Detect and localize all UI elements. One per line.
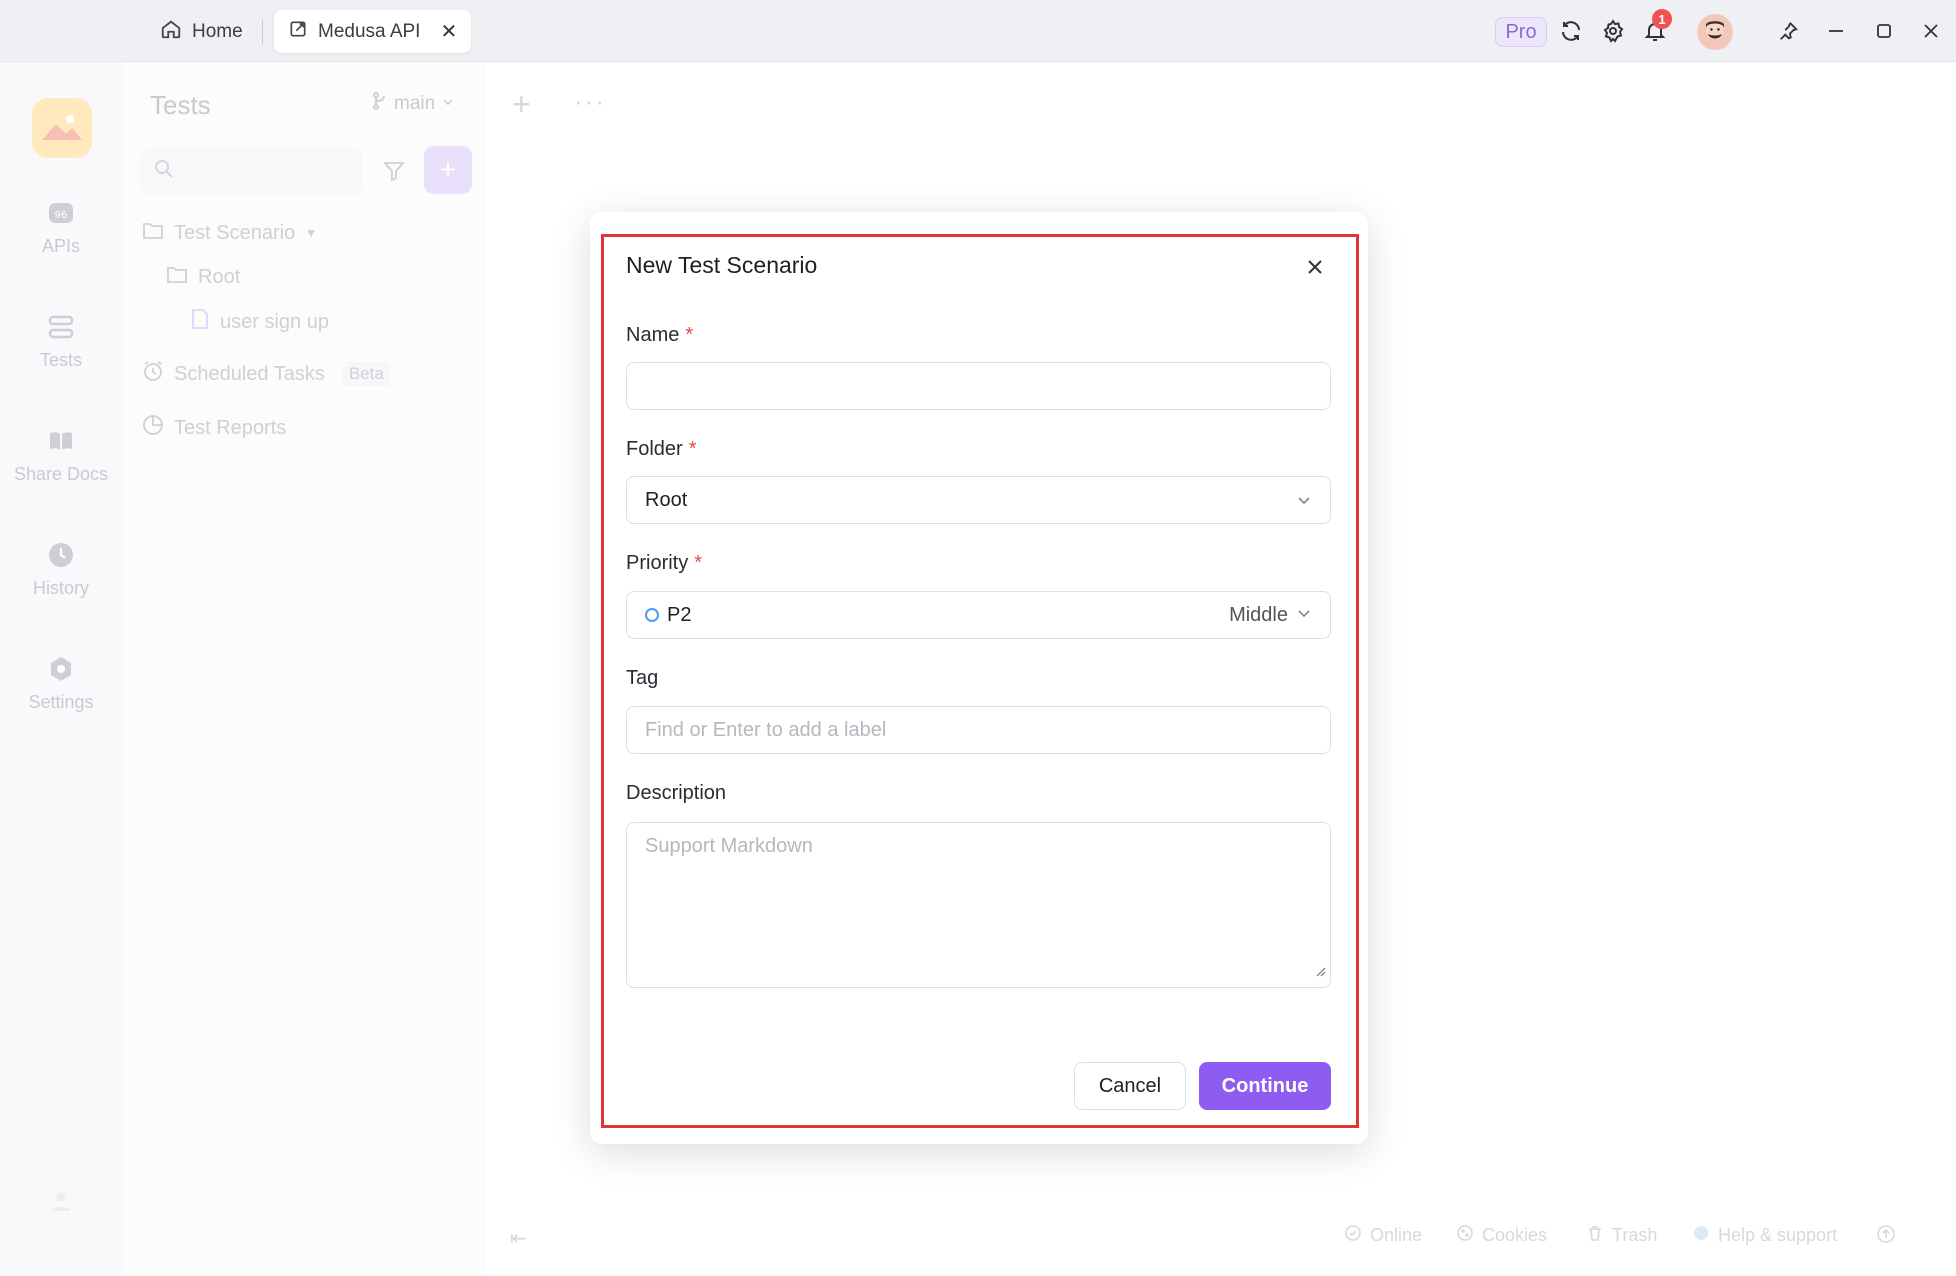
pro-badge[interactable]: Pro <box>1495 17 1547 47</box>
name-label-text: Name <box>626 324 680 346</box>
description-textarea[interactable]: Support Markdown <box>626 822 1331 988</box>
close-window-icon[interactable] <box>1916 16 1946 46</box>
tag-input[interactable]: Find or Enter to add a label <box>626 706 1331 754</box>
name-input[interactable] <box>626 362 1331 410</box>
required-mark: * <box>694 552 703 574</box>
home-icon <box>160 18 182 46</box>
continue-button[interactable]: Continue <box>1199 1062 1331 1110</box>
folder-label-text: Folder <box>626 438 683 460</box>
description-placeholder: Support Markdown <box>645 835 813 857</box>
notification-badge: 1 <box>1652 9 1672 29</box>
chevron-down-icon <box>1296 492 1312 508</box>
avatar[interactable] <box>1697 14 1733 50</box>
resize-handle-icon[interactable] <box>1314 960 1326 983</box>
close-dialog-icon[interactable] <box>1300 252 1330 282</box>
name-label: Name * <box>626 324 693 347</box>
project-icon <box>288 19 308 45</box>
chevron-down-icon <box>1296 604 1312 627</box>
tab-home-label: Home <box>192 20 243 42</box>
priority-dot-icon <box>645 608 659 622</box>
tab-medusa-api[interactable]: Medusa API ✕ <box>274 10 472 53</box>
maximize-icon[interactable] <box>1869 16 1899 46</box>
folder-select[interactable]: Root <box>626 476 1331 524</box>
priority-label-text: Priority <box>626 552 689 574</box>
tag-placeholder: Find or Enter to add a label <box>645 718 887 741</box>
folder-select-value: Root <box>645 488 688 511</box>
new-test-scenario-dialog <box>590 212 1368 1144</box>
priority-select[interactable]: P2 Middle <box>626 591 1331 639</box>
tab-home[interactable]: Home <box>146 10 257 53</box>
sync-icon[interactable] <box>1556 16 1586 46</box>
dialog-title: New Test Scenario <box>626 252 818 278</box>
required-mark: * <box>688 438 697 460</box>
tab-medusa-api-label: Medusa API <box>318 20 421 42</box>
pin-icon[interactable] <box>1773 16 1803 46</box>
minimize-icon[interactable] <box>1821 16 1851 46</box>
priority-level: Middle <box>1229 604 1312 627</box>
close-tab-icon[interactable]: ✕ <box>440 19 457 44</box>
folder-label: Folder * <box>626 438 697 461</box>
gear-icon[interactable] <box>1598 16 1628 46</box>
tag-label: Tag <box>626 667 659 689</box>
title-bar: Home Medusa API ✕ Pro 1 <box>0 0 1956 62</box>
description-label: Description <box>626 782 727 804</box>
priority-level-label: Middle <box>1229 603 1288 626</box>
required-mark: * <box>685 324 694 346</box>
priority-code: P2 <box>667 603 692 626</box>
tab-divider <box>262 20 263 44</box>
cancel-button[interactable]: Cancel <box>1074 1062 1186 1110</box>
priority-label: Priority * <box>626 552 702 575</box>
